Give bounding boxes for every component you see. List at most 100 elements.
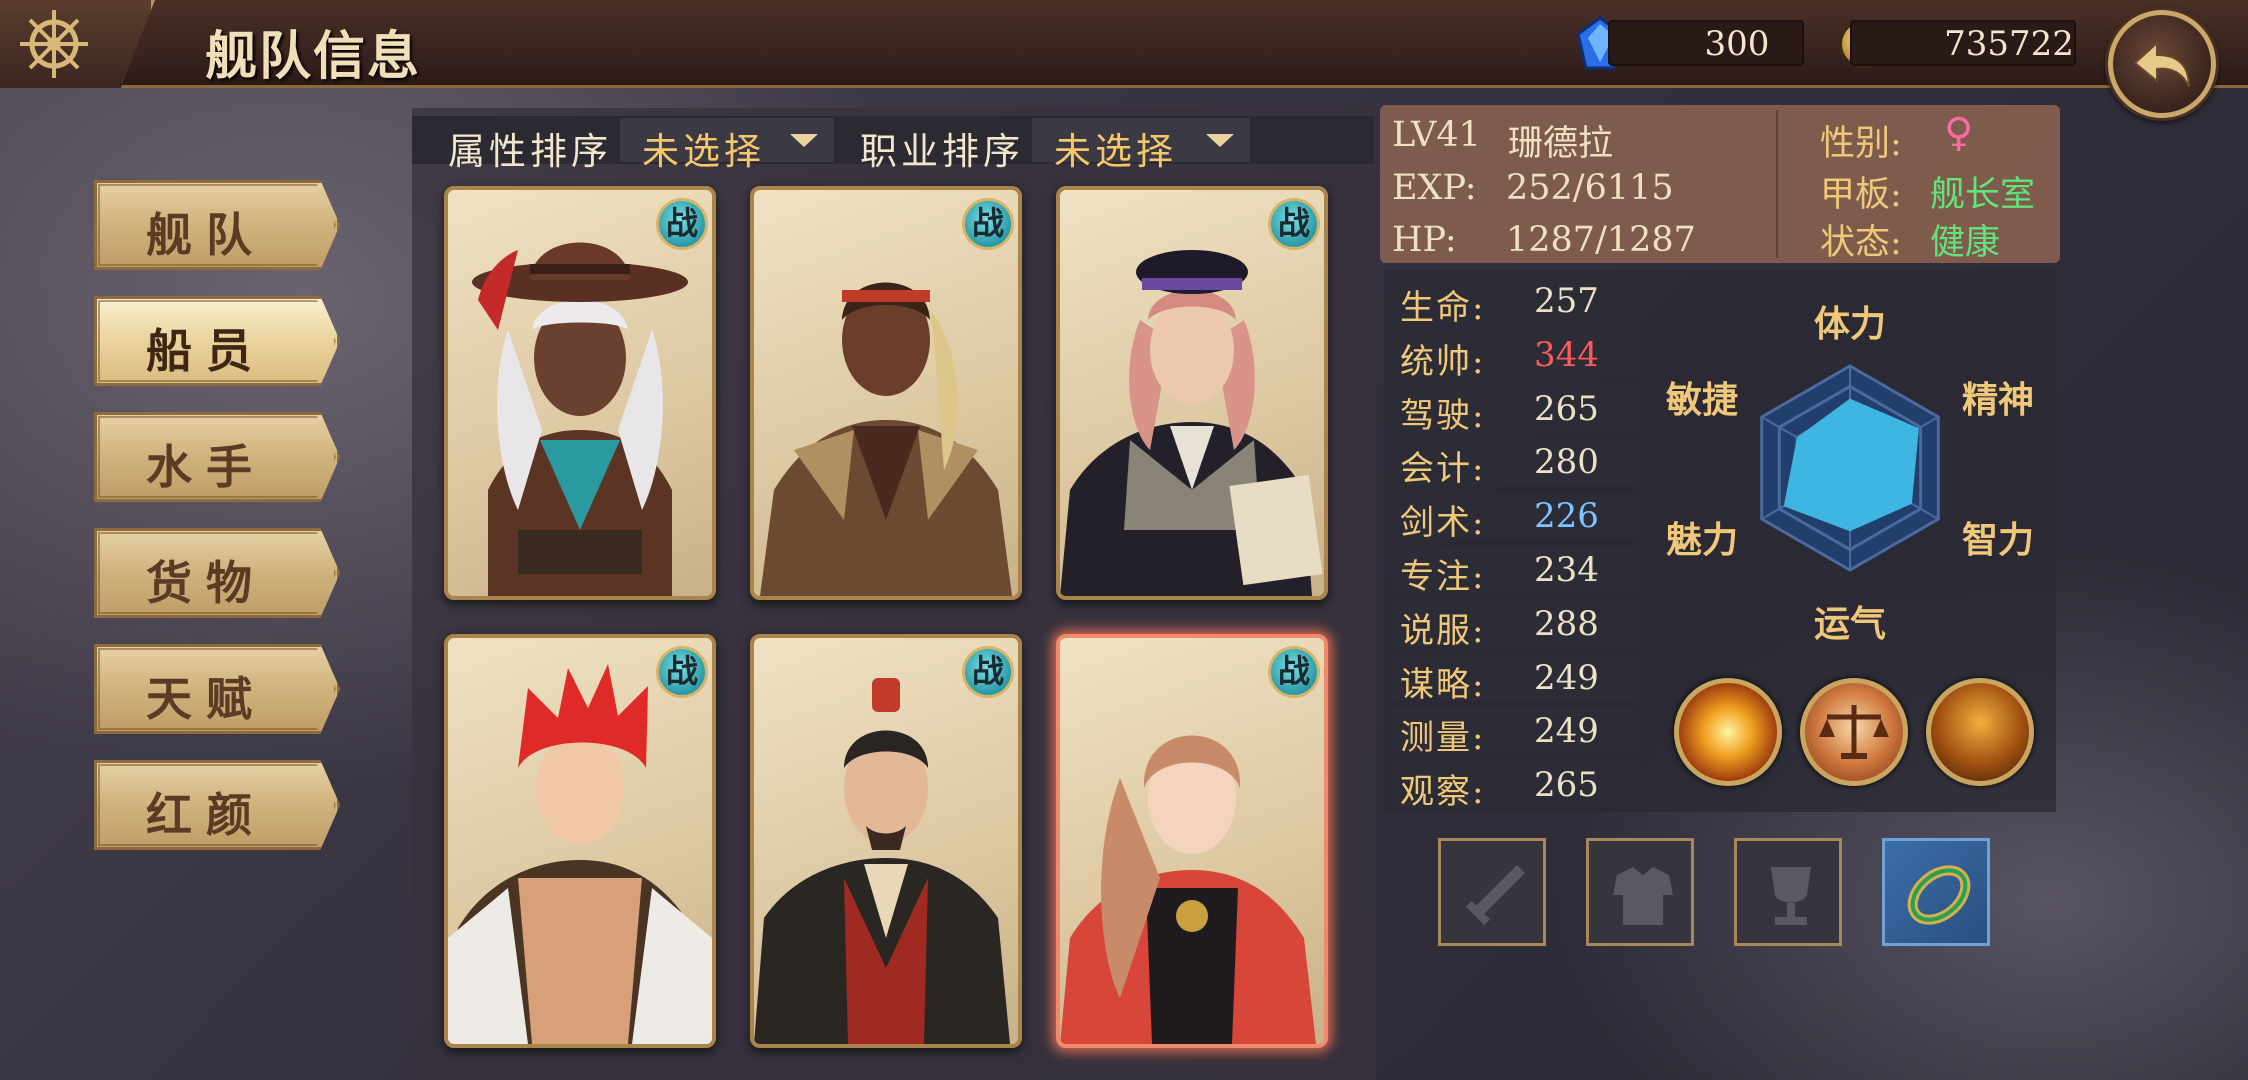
stat-value: 288 (1534, 603, 1599, 644)
stat-label: 说服: (1400, 610, 1486, 651)
menu-companions-label: 红颜 (146, 788, 266, 842)
skill-monk-icon[interactable] (1926, 678, 2034, 786)
stat-label: 观察: (1400, 772, 1486, 813)
stat-label: 生命: (1400, 288, 1486, 328)
crew-card[interactable]: 战 (444, 634, 716, 1048)
chevron-down-icon (1206, 134, 1234, 147)
menu-talent[interactable]: 天赋 (94, 644, 340, 734)
stat-value: 249 (1534, 657, 1599, 698)
scales-icon (1819, 705, 1889, 759)
crew-portrait (1060, 250, 1323, 596)
crew-card-selected[interactable]: 战 (1056, 634, 1328, 1048)
menu-sailors[interactable]: 水手 (94, 412, 340, 502)
crew-portrait (448, 664, 712, 1044)
gender-label: 性别: (1820, 124, 1902, 164)
stat-row: 测量: 249 (1392, 708, 1638, 758)
stat-value: 280 (1534, 442, 1599, 483)
stat-row: 观察: 265 (1392, 762, 1638, 812)
battle-badge: 战 (1268, 198, 1320, 250)
stat-label: 测量: (1400, 718, 1486, 759)
gem-amount: 300 (1704, 24, 1770, 64)
armor-slot[interactable] (1586, 838, 1694, 946)
battle-badge: 战 (656, 646, 708, 698)
accessory-slot[interactable] (1734, 838, 1842, 946)
stat-label: 专注: (1400, 557, 1486, 597)
sort-bar: 属性排序 未选择 职业排序 未选择 (412, 116, 1374, 173)
menu-fleet[interactable]: 舰队 (94, 180, 340, 270)
sword-icon (1465, 865, 1525, 926)
stat-row: 说服: 288 (1392, 600, 1638, 651)
coin-counter: 735722 (1850, 20, 2076, 66)
stat-row: 统帅: 344 (1392, 331, 1638, 382)
battle-badge: 战 (962, 646, 1014, 698)
skill-burst-icon[interactable] (1674, 678, 1782, 786)
exp-label: EXP: (1392, 168, 1477, 208)
crew-portrait (472, 242, 688, 596)
radar-label: 智力 (1962, 519, 2034, 561)
menu-sailors-label: 水手 (146, 440, 266, 494)
info-divider (1776, 110, 1778, 258)
menu-companions[interactable]: 红颜 (94, 760, 340, 850)
ring-slot[interactable] (1882, 838, 1990, 946)
radar-label: 体力 (1814, 303, 1886, 345)
stat-row: 会计: 280 (1392, 439, 1638, 489)
crew-card[interactable]: 战 (750, 186, 1022, 600)
menu-fleet-label: 舰队 (146, 208, 266, 262)
radar-label: 敏捷 (1666, 379, 1738, 421)
attribute-sort-value: 未选择 (642, 130, 765, 173)
hp-label: HP: (1392, 220, 1457, 260)
menu-crew-label: 船员 (146, 324, 266, 378)
job-sort-label: 职业排序 (860, 130, 1024, 173)
menu-cargo-label: 货物 (146, 556, 266, 610)
ship-wheel-icon[interactable] (18, 8, 90, 80)
stat-value: 226 (1534, 496, 1599, 537)
menu-cargo[interactable]: 货物 (94, 528, 340, 618)
skill-scales-icon[interactable] (1800, 678, 1908, 786)
trophy-icon (1771, 867, 1811, 925)
armor-icon (1613, 867, 1673, 925)
crew-portrait (754, 678, 1010, 1044)
weapon-slot[interactable] (1438, 838, 1546, 946)
stat-value: 265 (1534, 765, 1599, 806)
status-value: 健康 (1930, 223, 2001, 263)
crew-card[interactable]: 战 (750, 634, 1022, 1048)
radar-label: 魅力 (1666, 519, 1738, 561)
stat-row: 生命: 257 (1392, 278, 1638, 328)
chevron-down-icon (790, 134, 818, 147)
deck-label: 甲板: (1820, 175, 1902, 215)
exp-value: 252/6115 (1506, 168, 1674, 208)
crew-card[interactable]: 战 (444, 186, 716, 600)
attribute-sort-label: 属性排序 (448, 130, 612, 173)
attribute-sort-dropdown[interactable]: 未选择 (620, 118, 834, 173)
stat-row: 驾驶: 265 (1392, 385, 1638, 436)
coin-amount: 735722 (1944, 24, 2074, 64)
stat-value: 257 (1534, 281, 1599, 321)
deck-value: 舰长室 (1930, 175, 2036, 215)
crew-portrait (760, 282, 1012, 596)
battle-badge: 战 (1268, 646, 1320, 698)
page-title: 舰队信息 (205, 26, 422, 87)
stat-value: 344 (1534, 334, 1599, 375)
job-sort-value: 未选择 (1054, 130, 1177, 173)
stat-label: 驾驶: (1400, 395, 1486, 436)
radar-label: 精神 (1962, 379, 2034, 421)
menu-talent-label: 天赋 (146, 672, 266, 726)
menu-crew[interactable]: 船员 (94, 296, 340, 386)
stat-value: 234 (1534, 550, 1599, 590)
crew-card[interactable]: 战 (1056, 186, 1328, 600)
stat-value: 265 (1534, 388, 1599, 429)
ring-icon (1907, 865, 1971, 925)
radar-label: 运气 (1814, 603, 1886, 645)
crew-portrait (1060, 735, 1316, 1044)
attribute-radar-chart: 体力精神智力运气 魅力 敏捷 (1666, 303, 2034, 645)
stat-label: 谋略: (1400, 664, 1486, 705)
character-level: LV41 (1392, 115, 1481, 155)
stat-label: 会计: (1400, 449, 1486, 490)
back-button[interactable] (2108, 10, 2216, 118)
status-label: 状态: (1820, 223, 1902, 263)
job-sort-dropdown[interactable]: 未选择 (1032, 118, 1250, 173)
stat-row: 谋略: 249 (1392, 654, 1638, 705)
back-arrow-icon (2133, 40, 2190, 88)
stat-row: 专注: 234 (1392, 547, 1638, 597)
female-icon: ♀ (1944, 110, 1974, 156)
